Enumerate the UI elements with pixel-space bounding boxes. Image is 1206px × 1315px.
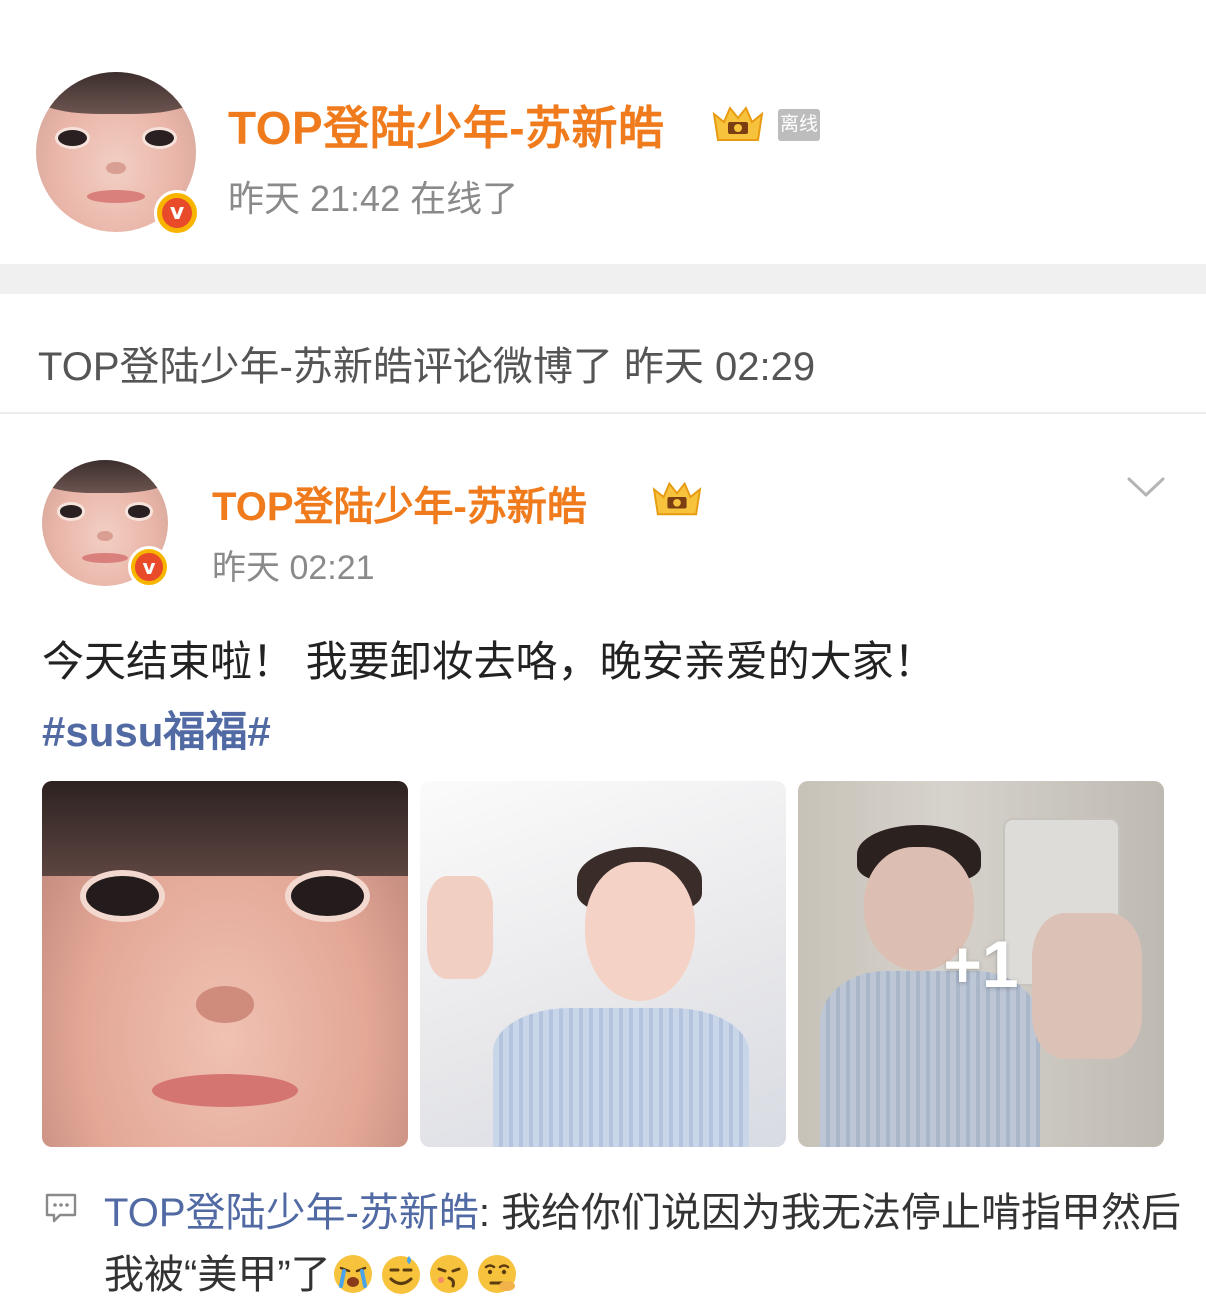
post-hashtag-link[interactable]: #susu福福# (42, 698, 271, 759)
grin-emoji-icon (429, 1255, 468, 1293)
sweat-emoji-icon (381, 1256, 420, 1294)
post-timestamp: 昨天 02:21 (212, 549, 375, 587)
crying-emoji-icon (333, 1255, 372, 1293)
verified-v-icon: v (128, 546, 170, 588)
last-online-text: 昨天 21:42 在线了 (228, 178, 519, 219)
profile-header: v TOP登陆少年-苏新皓 离线 昨天 21:42 在线了 (0, 0, 1206, 264)
chevron-down-icon[interactable] (1126, 474, 1166, 500)
activity-summary[interactable]: TOP登陆少年-苏新皓评论微博了 昨天 02:29 (38, 334, 815, 392)
divider-line (0, 412, 1206, 414)
section-divider (0, 264, 1206, 294)
post-author-name[interactable]: TOP登陆少年-苏新皓 (212, 474, 587, 532)
crown-badge-icon (712, 106, 764, 141)
profile-name[interactable]: TOP登陆少年-苏新皓 (228, 92, 665, 158)
verified-v-icon: v (154, 190, 200, 236)
comment-icon (45, 1193, 77, 1223)
comment-author-link[interactable]: TOP登陆少年-苏新皓 (104, 1191, 479, 1235)
comment-preview[interactable]: TOP登陆少年-苏新皓: 我给你们说因为我无法停止啃指甲然后我被“美甲”了 (104, 1182, 1184, 1306)
post-author-avatar[interactable]: v (42, 460, 170, 588)
post-body-text: 今天结束啦！ 我要卸妆去咯，晚安亲爱的大家！ (42, 638, 936, 685)
more-photos-count: +1 (943, 927, 1019, 1001)
comment-separator: : (478, 1191, 502, 1235)
post-photo-2[interactable] (420, 781, 786, 1147)
profile-avatar[interactable]: v (36, 72, 200, 236)
post-photo-3[interactable]: +1 (798, 781, 1164, 1147)
offline-status-tag: 离线 (778, 109, 820, 141)
post-photo-1[interactable] (42, 781, 408, 1147)
thinking-emoji-icon (477, 1255, 516, 1293)
crown-badge-icon (652, 481, 702, 516)
